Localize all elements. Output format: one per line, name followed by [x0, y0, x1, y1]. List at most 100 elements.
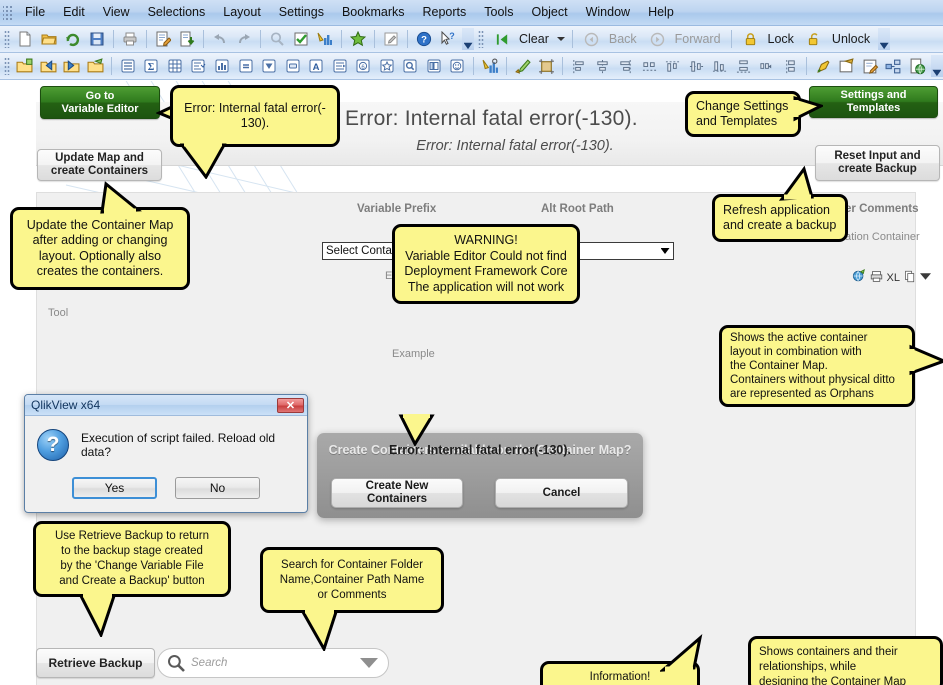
menu-item-view[interactable]: View [94, 1, 139, 24]
align-center-icon[interactable] [591, 55, 613, 77]
go-to-variable-editor-button[interactable]: Go to Variable Editor [40, 86, 160, 119]
retrieve-backup-button[interactable]: Retrieve Backup [36, 648, 155, 678]
statistics-box-icon[interactable]: Σ [141, 55, 163, 77]
chart-icon[interactable] [314, 28, 336, 50]
callout-refresh-app: Refresh application and create a backup [712, 194, 848, 242]
new-sheet2-icon[interactable] [836, 55, 858, 77]
menu-item-reports[interactable]: Reports [414, 1, 476, 24]
sheet-properties-icon[interactable] [85, 55, 107, 77]
text-object-icon[interactable]: A [305, 55, 327, 77]
custom-object-icon[interactable] [423, 55, 445, 77]
multi-box-icon[interactable] [188, 55, 210, 77]
standard-toolbar-grip[interactable] [4, 30, 10, 48]
format-painter-icon[interactable] [512, 55, 534, 77]
search-input[interactable]: Search [157, 648, 389, 678]
publish-web-icon[interactable] [906, 55, 928, 77]
export-icon[interactable] [852, 269, 866, 286]
toolbar1-overflow-button[interactable] [462, 28, 474, 50]
export-excel-icon[interactable]: XL [887, 272, 900, 284]
menu-item-tools[interactable]: Tools [475, 1, 522, 24]
menu-item-bookmarks[interactable]: Bookmarks [333, 1, 414, 24]
menu-item-file[interactable]: File [16, 1, 54, 24]
copy-icon[interactable] [904, 270, 916, 286]
bar-chart-icon[interactable] [211, 55, 233, 77]
list-box-icon[interactable] [117, 55, 139, 77]
search-icon[interactable] [266, 28, 288, 50]
toolbar2-overflow-button[interactable] [931, 55, 943, 77]
print-object-icon[interactable] [870, 270, 883, 286]
back-button[interactable]: Back [577, 27, 643, 51]
clear-dropdown-caret-icon[interactable] [556, 37, 565, 41]
check-icon[interactable] [290, 28, 312, 50]
menu-item-edit[interactable]: Edit [54, 1, 94, 24]
new-sheet-icon[interactable] [14, 55, 36, 77]
unlock-button[interactable]: Unlock [800, 27, 876, 51]
lock-button[interactable]: Lock [736, 27, 800, 51]
menu-bar: File Edit View Selections Layout Setting… [0, 0, 943, 26]
button-icon[interactable] [282, 55, 304, 77]
distribute-horizontal-icon[interactable] [638, 55, 660, 77]
close-icon[interactable]: ✕ [277, 397, 304, 413]
menu-bar-grip[interactable] [3, 3, 13, 22]
context-help-icon[interactable]: ? [437, 28, 459, 50]
next-sheet-icon[interactable] [61, 55, 83, 77]
bookmark-object-icon[interactable]: 6 [353, 55, 375, 77]
menu-caret-icon[interactable] [920, 272, 931, 284]
menu-item-settings[interactable]: Settings [270, 1, 333, 24]
favorite-star-icon[interactable] [347, 28, 369, 50]
no-button[interactable]: No [175, 477, 260, 499]
new-document-icon[interactable] [14, 28, 36, 50]
open-folder-icon[interactable] [38, 28, 60, 50]
previous-sheet-icon[interactable] [37, 55, 59, 77]
align-right-icon[interactable] [615, 55, 637, 77]
reset-input-button[interactable]: Reset Input and create Backup [815, 145, 940, 181]
menu-item-window[interactable]: Window [577, 1, 639, 24]
settings-templates-button[interactable]: Settings and Templates [809, 86, 938, 118]
edit-script-icon[interactable] [152, 28, 174, 50]
current-selections-icon[interactable] [258, 55, 280, 77]
slider-icon[interactable] [329, 55, 351, 77]
chevron-down-icon[interactable] [657, 243, 673, 259]
menu-item-help[interactable]: Help [639, 1, 683, 24]
navigation-toolbar-grip[interactable] [478, 30, 484, 48]
container-icon[interactable] [376, 55, 398, 77]
align-bottom-icon[interactable] [709, 55, 731, 77]
note-edit-icon[interactable] [380, 28, 402, 50]
save-icon[interactable] [86, 28, 108, 50]
align-middle-icon[interactable] [686, 55, 708, 77]
yes-button[interactable]: Yes [72, 477, 157, 499]
align-top-icon[interactable] [662, 55, 684, 77]
reload-icon[interactable] [62, 28, 84, 50]
space-vertical-icon[interactable] [780, 55, 802, 77]
fit-zoom-icon[interactable] [535, 55, 557, 77]
table-box-icon[interactable] [164, 55, 186, 77]
system-table-icon[interactable] [447, 55, 469, 77]
dialog-title-bar[interactable]: QlikView x64 ✕ [25, 395, 307, 416]
menu-item-object[interactable]: Object [522, 1, 576, 24]
undo-icon[interactable] [209, 28, 231, 50]
distribute-vertical-icon[interactable] [733, 55, 755, 77]
menu-item-layout[interactable]: Layout [214, 1, 270, 24]
cancel-button[interactable]: Cancel [495, 478, 628, 508]
clear-selections-button[interactable]: Clear [487, 27, 568, 51]
input-box-icon[interactable] [235, 55, 257, 77]
search-object-icon[interactable] [400, 55, 422, 77]
space-horizontal-icon[interactable] [756, 55, 778, 77]
help-icon[interactable]: ? [413, 28, 435, 50]
print-icon[interactable] [119, 28, 141, 50]
redo-icon[interactable] [233, 28, 255, 50]
design-toolbar-grip[interactable] [4, 57, 10, 75]
design-grid-icon[interactable] [479, 55, 501, 77]
promote-icon[interactable] [883, 55, 905, 77]
create-new-containers-button[interactable]: Create New Containers [331, 478, 463, 508]
align-left-icon[interactable] [568, 55, 590, 77]
theme-maker-icon[interactable] [812, 55, 834, 77]
chevron-down-icon[interactable] [360, 658, 378, 668]
toolbar1b-overflow-button[interactable] [878, 28, 891, 50]
forward-button[interactable]: Forward [643, 27, 727, 51]
update-map-button[interactable]: Update Map and create Containers [37, 149, 162, 181]
menu-item-selections[interactable]: Selections [139, 1, 215, 24]
edit-module-icon[interactable] [859, 55, 881, 77]
load-data-icon[interactable] [176, 28, 198, 50]
callout-tail-search-info [300, 609, 339, 651]
